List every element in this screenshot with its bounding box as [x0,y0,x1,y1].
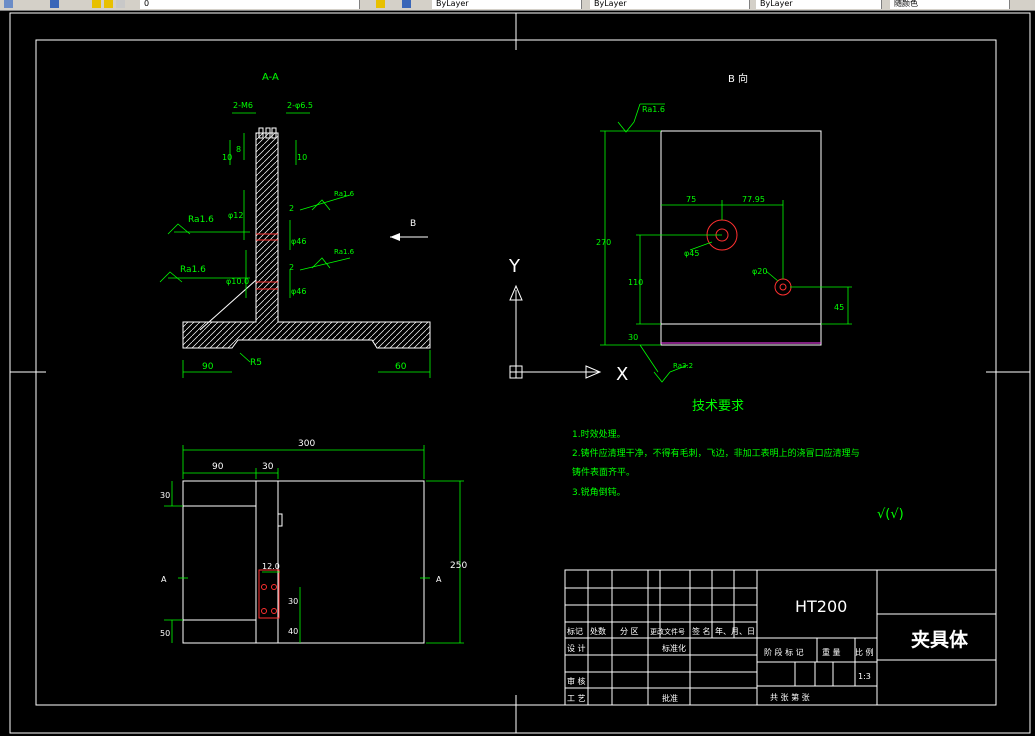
tb-design: 设 计 [567,643,586,653]
sun-icon[interactable] [104,0,113,8]
layer-previous-icon[interactable] [402,0,411,8]
dim-75: 75 [686,195,696,204]
view-arrow-b: B [390,219,428,241]
section-mark-left: A [161,575,167,584]
tb-review: 审 核 [567,676,586,686]
scale-value: 1:3 [858,672,871,681]
tb-ratio: 比 例 [855,647,874,657]
b-view-plate [660,130,822,346]
dim-2-b: 2 [289,263,294,272]
dim-12: 12.0 [262,562,280,571]
section-aa-view: A-A 2-M6 2-φ6.5 8 10 10 φ12 φ46 φ46 φ10.… [159,72,431,378]
ucs-y-label: Y [508,256,521,277]
tb-mark: 标记 [567,626,583,636]
lineweight-dropdown[interactable]: ByLayer [756,0,882,9]
dim-b-90: 90 [212,462,224,472]
material-label: HT200 [795,597,847,616]
dim-b-40: 40 [288,627,298,636]
dim-phi46-b: φ46 [291,287,306,296]
dim-b-30-hole: 30 [288,597,298,606]
ucs-icon [509,284,602,379]
tb-change-doc: 更改文件号 [650,627,685,636]
tech-req-line-2: 2.铸件应清理干净，不得有毛刺，飞边，非加工表明上的浇冒口应清理与 [572,447,860,459]
roughness-3: Ra1.6 [334,190,355,198]
dim-phi20: φ20 [752,267,767,276]
layer-icon[interactable] [4,0,13,8]
tech-req-line-3: 铸件表面齐平。 [572,466,635,478]
b-roughness-2: Ra3.2 [673,362,693,370]
part-name: 夹具体 [911,628,969,651]
roughness-1: Ra1.6 [188,215,214,225]
layer-state-icon[interactable] [50,0,59,8]
bottom-view-holes [258,569,280,619]
tech-req-line-1: 1.时效处理。 [572,428,626,440]
dim-45: 45 [834,303,844,312]
dim-2m6: 2-M6 [233,101,253,110]
drawing-canvas[interactable]: A-A 2-M6 2-φ6.5 8 10 10 φ12 φ46 φ46 φ10.… [0,10,1035,736]
svg-text:B: B [410,219,416,229]
dim-270: 270 [596,238,611,247]
dim-10-right: 10 [297,153,307,162]
roughness-2: Ra1.6 [180,265,206,275]
dim-60: 60 [395,362,407,372]
dim-77: 77.95 [742,195,765,204]
dim-10-left: 10 [222,153,232,162]
tech-req-heading: 技术要求 [692,399,744,414]
dim-phi12: φ12 [228,211,243,220]
tb-zone: 分 区 [620,627,639,636]
dim-2-a: 2 [289,204,294,213]
dim-110: 110 [628,278,643,287]
roughness-symbol-general: √(√) [877,507,904,522]
make-current-icon[interactable] [376,0,385,8]
layer-dropdown[interactable]: 0 [140,0,360,9]
tb-standardize: 标准化 [662,643,686,653]
bulb-icon[interactable] [92,0,101,8]
bottom-view-outline [182,480,425,644]
b-view: B 向 75 77.95 270 110 30 45 φ45 φ20 Ra1.6… [596,72,852,383]
lock-icon[interactable] [116,0,125,8]
tb-weight: 重 量 [822,647,841,657]
b-view-hole-small [774,278,792,296]
tb-stage: 阶 段 标 记 [764,647,804,657]
dim-phi45: φ45 [684,249,699,258]
linetype-dropdown[interactable]: ByLayer [590,0,750,9]
color-dropdown[interactable]: ByLayer [432,0,582,9]
dim-30: 30 [628,333,638,342]
dim-r5: R5 [250,358,262,368]
dim-b-50: 50 [160,629,170,638]
dim-90: 90 [202,362,214,372]
tb-date: 年、月、日 [715,626,755,636]
section-aa-title: A-A [262,72,279,83]
bottom-view-dimlines [164,445,464,644]
b-roughness-1: Ra1.6 [642,105,665,114]
dim-b-30-left: 30 [160,491,170,500]
tb-process: 工 艺 [567,694,586,703]
plotstyle-dropdown[interactable]: 随颜色 [890,0,1010,9]
dim-300: 300 [298,439,315,449]
bottom-view: 300 90 30 30 250 50 12.0 30 40 A A [160,439,467,644]
tb-sheets: 共 张 第 张 [770,692,810,702]
tb-count: 处数 [590,626,606,636]
section-mark-right: A [436,575,442,584]
tb-approve: 批准 [662,693,678,703]
dim-b-30: 30 [262,462,274,472]
ucs-x-label: X [616,364,628,385]
dim-250: 250 [450,561,467,571]
roughness-4: Ra1.6 [334,248,355,256]
section-aa-body [182,132,431,349]
tb-sign: 签 名 [692,626,711,636]
dim-2phi: 2-φ6.5 [287,101,313,110]
dim-phi10: φ10.0 [226,277,249,286]
b-view-title: B 向 [728,72,748,85]
tech-req-line-4: 3.锐角倒钝。 [572,486,626,498]
dim-8: 8 [236,145,241,154]
technical-requirements: 技术要求 1.时效处理。 2.铸件应清理干净，不得有毛刺，飞边，非加工表明上的浇… [572,399,904,522]
dim-phi46-a: φ46 [291,237,306,246]
